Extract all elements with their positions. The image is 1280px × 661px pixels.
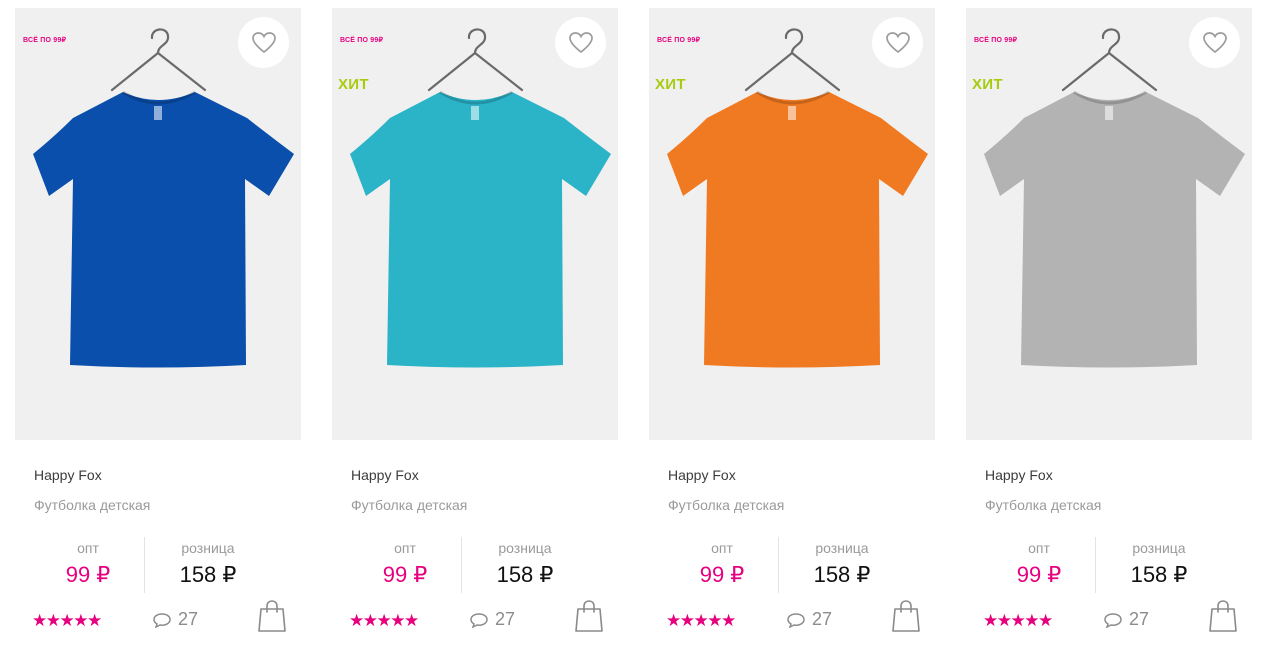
retail-price-label: розница	[1132, 540, 1186, 556]
retail-price-value: 158 ₽	[813, 562, 871, 587]
shopping-bag-icon	[575, 600, 603, 632]
rating-stars: ★★★★★	[666, 611, 736, 630]
product-brand[interactable]: Happy Fox	[34, 467, 102, 483]
product-brand[interactable]: Happy Fox	[351, 467, 419, 483]
rating-stars: ★★★★★	[983, 611, 1053, 630]
speech-bubble-icon	[153, 612, 171, 628]
opt-price-block: опт 99 ₽	[28, 540, 148, 588]
hit-badge: ХИТ	[338, 76, 369, 93]
retail-price-value: 158 ₽	[496, 562, 554, 587]
product-brand[interactable]: Happy Fox	[668, 467, 736, 483]
tshirt-image	[33, 28, 294, 368]
opt-price-label: опт	[77, 540, 99, 556]
retail-price-block: розница 158 ₽	[465, 540, 585, 588]
add-to-cart-button[interactable]	[1207, 599, 1239, 633]
tshirt-image	[984, 28, 1245, 368]
product-image[interactable]: ВСЁ ПО 99₽ ХИТ	[649, 8, 935, 440]
shopping-bag-icon	[892, 600, 920, 632]
retail-price-label: розница	[498, 540, 552, 556]
retail-price-block: розница 158 ₽	[1099, 540, 1219, 588]
price-divider	[144, 537, 145, 593]
retail-price-label: розница	[815, 540, 869, 556]
heart-icon	[251, 31, 276, 53]
add-to-cart-button[interactable]	[573, 599, 605, 633]
product-card[interactable]: ВСЁ ПО 99₽ ХИТ Happy Fox Футболка детска…	[332, 8, 618, 656]
opt-price-value: 99 ₽	[65, 562, 111, 587]
heart-icon	[1202, 31, 1227, 53]
price-divider	[461, 537, 462, 593]
sale-badge: ВСЁ ПО 99₽	[23, 37, 67, 44]
reviews-link[interactable]: 27	[469, 609, 515, 630]
retail-price-label: розница	[181, 540, 235, 556]
product-title[interactable]: Футболка детская	[34, 497, 150, 513]
sale-badge: ВСЁ ПО 99₽	[974, 37, 1018, 44]
opt-price-label: опт	[1028, 540, 1050, 556]
rating-stars: ★★★★★	[349, 611, 419, 630]
product-card[interactable]: ВСЁ ПО 99₽ ХИТ Happy Fox Футболка детска…	[649, 8, 935, 656]
opt-price-label: опт	[394, 540, 416, 556]
product-brand[interactable]: Happy Fox	[985, 467, 1053, 483]
reviews-link[interactable]: 27	[152, 609, 198, 630]
opt-price-value: 99 ₽	[1016, 562, 1062, 587]
price-divider	[1095, 537, 1096, 593]
product-card[interactable]: ВСЁ ПО 99₽ ХИТ Happy Fox Футболка детска…	[966, 8, 1252, 656]
opt-price-block: опт 99 ₽	[662, 540, 782, 588]
speech-bubble-icon	[1104, 612, 1122, 628]
product-image[interactable]: ВСЁ ПО 99₽	[15, 8, 301, 440]
retail-price-value: 158 ₽	[179, 562, 237, 587]
shopping-bag-icon	[1209, 600, 1237, 632]
product-title[interactable]: Футболка детская	[351, 497, 467, 513]
opt-price-block: опт 99 ₽	[345, 540, 465, 588]
favorite-button[interactable]	[1189, 17, 1240, 68]
tshirt-image	[667, 28, 928, 368]
opt-price-block: опт 99 ₽	[979, 540, 1099, 588]
heart-icon	[885, 31, 910, 53]
opt-price-value: 99 ₽	[382, 562, 428, 587]
sale-badge: ВСЁ ПО 99₽	[340, 37, 384, 44]
tshirt-image	[350, 28, 611, 368]
retail-price-value: 158 ₽	[1130, 562, 1188, 587]
heart-icon	[568, 31, 593, 53]
favorite-button[interactable]	[872, 17, 923, 68]
favorite-button[interactable]	[555, 17, 606, 68]
opt-price-value: 99 ₽	[699, 562, 745, 587]
hit-badge: ХИТ	[972, 76, 1003, 93]
favorite-button[interactable]	[238, 17, 289, 68]
price-divider	[778, 537, 779, 593]
product-card[interactable]: ВСЁ ПО 99₽ Happy Fox Футболка детская оп…	[15, 8, 301, 656]
reviews-count: 27	[495, 609, 516, 629]
reviews-link[interactable]: 27	[786, 609, 832, 630]
reviews-link[interactable]: 27	[1103, 609, 1149, 630]
opt-price-label: опт	[711, 540, 733, 556]
add-to-cart-button[interactable]	[890, 599, 922, 633]
speech-bubble-icon	[470, 612, 488, 628]
reviews-count: 27	[178, 609, 199, 629]
retail-price-block: розница 158 ₽	[782, 540, 902, 588]
product-title[interactable]: Футболка детская	[985, 497, 1101, 513]
product-title[interactable]: Футболка детская	[668, 497, 784, 513]
product-image[interactable]: ВСЁ ПО 99₽ ХИТ	[332, 8, 618, 440]
product-image[interactable]: ВСЁ ПО 99₽ ХИТ	[966, 8, 1252, 440]
rating-stars: ★★★★★	[32, 611, 102, 630]
hit-badge: ХИТ	[655, 76, 686, 93]
reviews-count: 27	[1129, 609, 1150, 629]
shopping-bag-icon	[258, 600, 286, 632]
sale-badge: ВСЁ ПО 99₽	[657, 37, 701, 44]
add-to-cart-button[interactable]	[256, 599, 288, 633]
speech-bubble-icon	[787, 612, 805, 628]
reviews-count: 27	[812, 609, 833, 629]
retail-price-block: розница 158 ₽	[148, 540, 268, 588]
